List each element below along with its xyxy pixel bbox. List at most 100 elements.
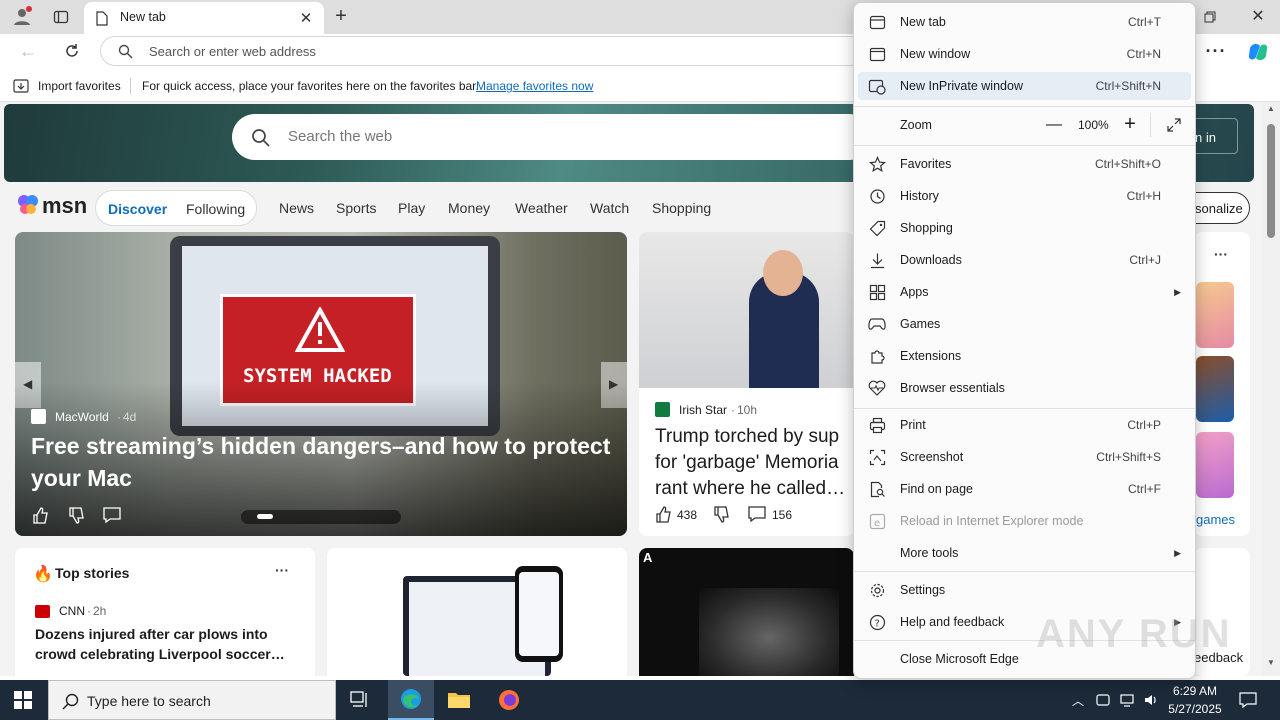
nav-weather[interactable]: Weather	[515, 200, 568, 216]
menu-shopping[interactable]: Shopping	[858, 214, 1191, 242]
main-news-card[interactable]: SYSTEM HACKED ◀ ▶ MacWorld · 4d Free str…	[15, 232, 627, 536]
menu-favorites[interactable]: Favorites Ctrl+Shift+O	[858, 150, 1191, 178]
top-story-headline[interactable]: Dozens injured after car plows into crow…	[35, 624, 285, 664]
settings-more-icon[interactable]: ···	[1204, 40, 1228, 62]
comment-count: 156	[772, 508, 793, 522]
game-thumb-3[interactable]	[1196, 432, 1234, 498]
notifications-icon[interactable]	[1236, 688, 1260, 712]
edge-taskbar-icon[interactable]	[388, 680, 434, 720]
irish-star-logo-icon	[655, 402, 670, 417]
side-card-source: Irish Star	[679, 403, 728, 417]
scroll-up-icon[interactable]: ▲	[1267, 104, 1275, 113]
side-card-headline[interactable]: Trump torched by sup for 'garbage' Memor…	[655, 424, 854, 502]
comment-icon[interactable]	[101, 504, 123, 526]
menu-more-tools[interactable]: More tools ▶	[858, 539, 1191, 567]
zoom-out-icon[interactable]: —	[1044, 115, 1064, 135]
game-thumb-2[interactable]	[1196, 356, 1234, 422]
volume-icon[interactable]	[1142, 690, 1160, 710]
fullscreen-icon[interactable]	[1164, 115, 1184, 135]
menu-browser-essentials[interactable]: Browser essentials	[858, 374, 1191, 402]
menu-downloads[interactable]: Downloads Ctrl+J	[858, 246, 1191, 274]
game-thumb-1[interactable]	[1196, 282, 1234, 348]
profile-avatar-icon[interactable]	[10, 4, 34, 28]
manage-favorites-link[interactable]: Manage favorites now	[476, 79, 593, 93]
games-more-icon[interactable]: ···	[1214, 246, 1228, 262]
inprivate-icon	[866, 75, 888, 97]
side-thumbs-down-icon[interactable]	[711, 504, 731, 524]
main-card-age: 4d	[123, 410, 137, 424]
menu-apps[interactable]: Apps ▶	[858, 278, 1191, 306]
top-stories-title: Top stories	[55, 565, 130, 581]
file-explorer-icon[interactable]	[436, 680, 482, 720]
network-icon[interactable]	[1118, 690, 1136, 710]
tab-discover[interactable]: Discover	[108, 201, 167, 217]
svg-text:?: ?	[874, 618, 879, 629]
cnn-logo-icon	[35, 605, 50, 618]
start-button[interactable]	[0, 680, 46, 720]
page-scrollbar[interactable]: ▲ ▼	[1262, 102, 1280, 676]
favorites-hint: For quick access, place your favorites h…	[142, 79, 479, 93]
menu-games[interactable]: Games	[858, 310, 1191, 338]
tab-following[interactable]: Following	[186, 201, 245, 217]
menu-screenshot[interactable]: Screenshot Ctrl+Shift+S	[858, 443, 1191, 471]
image-corner-letter: A	[643, 550, 653, 565]
clock-date[interactable]: 5/27/2025	[1166, 702, 1224, 716]
address-bar[interactable]: Search or enter web address	[100, 36, 880, 66]
scrollbar-thumb[interactable]	[1267, 124, 1275, 238]
msn-logo[interactable]: msn	[42, 193, 87, 219]
taskbar-search[interactable]: Type here to search	[48, 680, 336, 720]
thumbs-down-icon[interactable]	[65, 504, 87, 526]
task-view-icon[interactable]	[337, 680, 383, 720]
copilot-icon[interactable]	[1244, 38, 1272, 66]
games-link[interactable]: games	[1196, 512, 1235, 527]
side-thumbs-up-icon[interactable]	[653, 504, 673, 524]
close-window-icon[interactable]: ✕	[1246, 5, 1270, 27]
help-icon: ?	[866, 611, 888, 633]
side-news-card[interactable]: Irish Star · 10h Trump torched by sup fo…	[639, 232, 854, 536]
new-tab-plus-icon[interactable]: +	[330, 5, 352, 27]
web-search-box[interactable]: Search the web	[232, 114, 872, 160]
show-hidden-icons[interactable]: ︿	[1072, 692, 1084, 709]
zoom-in-icon[interactable]: +	[1120, 113, 1140, 135]
gear-icon	[866, 579, 888, 601]
zoom-level: 100%	[1078, 118, 1109, 132]
import-favorites-button[interactable]: Import favorites	[38, 79, 121, 93]
top-stories-more-icon[interactable]: ···	[275, 562, 289, 578]
refresh-icon[interactable]	[60, 40, 84, 62]
clock-time[interactable]: 6:29 AM	[1172, 684, 1218, 698]
menu-new-window[interactable]: New window Ctrl+N	[858, 40, 1191, 68]
close-tab-icon[interactable]: ✕	[298, 10, 314, 27]
menu-new-tab[interactable]: New tab Ctrl+T	[858, 8, 1191, 36]
nav-watch[interactable]: Watch	[590, 200, 629, 216]
ad-card[interactable]	[327, 548, 627, 676]
menu-settings[interactable]: Settings	[858, 576, 1191, 604]
games-card[interactable]: ··· games	[1194, 232, 1250, 536]
tag-icon	[866, 217, 888, 239]
carousel-dots[interactable]	[241, 510, 401, 524]
nav-play[interactable]: Play	[398, 200, 425, 216]
menu-find-on-page[interactable]: Find on page Ctrl+F	[858, 475, 1191, 503]
dark-image-card[interactable]: A	[639, 548, 854, 676]
side-comment-icon[interactable]	[747, 504, 767, 524]
main-card-headline[interactable]: Free streaming’s hidden dangers–and how …	[31, 430, 621, 494]
menu-print[interactable]: Print Ctrl+P	[858, 411, 1191, 439]
back-arrow-icon[interactable]: ←	[16, 40, 40, 62]
submenu-arrow-icon: ▶	[1174, 286, 1181, 297]
address-placeholder: Search or enter web address	[149, 44, 316, 59]
menu-extensions[interactable]: Extensions	[858, 342, 1191, 370]
tab-new-tab[interactable]: New tab ✕	[84, 2, 324, 34]
menu-history[interactable]: History Ctrl+H	[858, 182, 1191, 210]
tab-actions-icon[interactable]	[50, 6, 72, 28]
firefox-icon[interactable]	[486, 680, 532, 720]
nav-news[interactable]: News	[279, 200, 314, 216]
security-icon[interactable]	[1094, 690, 1112, 710]
menu-new-inprivate-window[interactable]: New InPrivate window Ctrl+Shift+N	[858, 72, 1191, 100]
nav-shopping[interactable]: Shopping	[652, 200, 711, 216]
favorites-divider	[130, 78, 131, 94]
scroll-down-icon[interactable]: ▼	[1267, 658, 1275, 667]
nav-sports[interactable]: Sports	[336, 200, 376, 216]
nav-money[interactable]: Money	[448, 200, 490, 216]
restore-window-icon[interactable]	[1198, 6, 1222, 28]
top-stories-card: 🔥 Top stories ··· CNN · 2h Dozens injure…	[15, 548, 315, 676]
thumbs-up-icon[interactable]	[29, 504, 51, 526]
